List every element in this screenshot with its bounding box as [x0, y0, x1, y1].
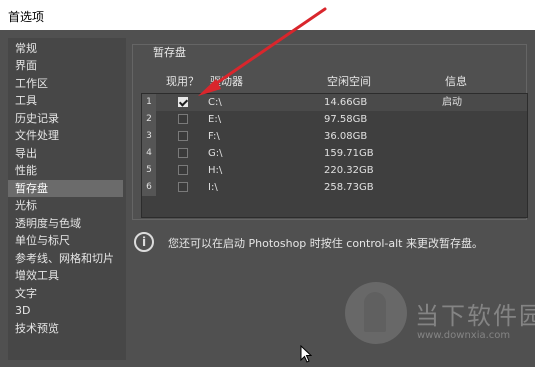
sidebar-item-tools[interactable]: 工具: [8, 92, 123, 109]
sidebar-item-type[interactable]: 文字: [8, 285, 123, 302]
column-free-space[interactable]: 空闲空间: [327, 73, 371, 89]
row-number: 2: [142, 111, 156, 128]
info-icon: i: [134, 232, 154, 252]
free-space-cell: 258.73GB: [324, 182, 374, 193]
sidebar-item-file-handling[interactable]: 文件处理: [8, 127, 123, 144]
free-space-cell: 159.71GB: [324, 148, 374, 159]
sidebar-item-3d[interactable]: 3D: [8, 302, 123, 319]
table-row[interactable]: 6 I:\ 258.73GB: [142, 179, 527, 196]
active-checkbox[interactable]: [178, 182, 188, 192]
drive-cell: H:\: [208, 165, 223, 176]
free-space-cell: 36.08GB: [324, 131, 368, 142]
active-checkbox[interactable]: [178, 148, 188, 158]
watermark: 当下软件园 www.downxia.com: [345, 282, 535, 352]
sidebar-item-cursors[interactable]: 光标: [8, 197, 123, 214]
row-number: 3: [142, 128, 156, 145]
watermark-url: www.downxia.com: [417, 330, 511, 341]
table-row[interactable]: 4 G:\ 159.71GB: [142, 145, 527, 162]
preferences-sidebar: 常规 界面 工作区 工具 历史记录 文件处理 导出 性能 暂存盘 光标 透明度与…: [8, 38, 126, 360]
row-number: 5: [142, 162, 156, 179]
sidebar-item-general[interactable]: 常规: [8, 40, 123, 57]
info-message: 您还可以在启动 Photoshop 时按住 control-alt 来更改暂存盘…: [168, 237, 483, 250]
sidebar-item-performance[interactable]: 性能: [8, 162, 123, 179]
row-number: 6: [142, 179, 156, 196]
row-number: 4: [142, 145, 156, 162]
info-cell: 启动: [442, 97, 462, 108]
watermark-logo-icon: [345, 282, 407, 344]
active-checkbox[interactable]: [178, 97, 188, 107]
group-title: 暂存盘: [149, 47, 190, 59]
watermark-title: 当下软件园: [415, 302, 535, 330]
sidebar-item-interface[interactable]: 界面: [8, 57, 123, 74]
active-checkbox[interactable]: [178, 114, 188, 124]
drive-cell: I:\: [208, 182, 218, 193]
drive-cell: G:\: [208, 148, 223, 159]
sidebar-item-guides-grid[interactable]: 参考线、网格和切片: [8, 250, 123, 267]
sidebar-item-units-rulers[interactable]: 单位与标尺: [8, 232, 123, 249]
free-space-cell: 14.66GB: [324, 97, 368, 108]
sidebar-item-export[interactable]: 导出: [8, 145, 123, 162]
scratch-disk-table: 1 C:\ 14.66GB 启动 2 E:\ 97.58GB 3 F:\ 36.…: [141, 93, 528, 218]
table-row[interactable]: 2 E:\ 97.58GB: [142, 111, 527, 128]
drive-cell: E:\: [208, 114, 222, 125]
active-checkbox[interactable]: [178, 131, 188, 141]
sidebar-item-tech-preview[interactable]: 技术预览: [8, 320, 123, 337]
sidebar-item-scratch-disks[interactable]: 暂存盘: [8, 180, 123, 197]
sidebar-item-history[interactable]: 历史记录: [8, 110, 123, 127]
table-row[interactable]: 5 H:\ 220.32GB: [142, 162, 527, 179]
sidebar-item-transparency[interactable]: 透明度与色域: [8, 215, 123, 232]
table-row[interactable]: 3 F:\ 36.08GB: [142, 128, 527, 145]
free-space-cell: 97.58GB: [324, 114, 368, 125]
window-title: 首选项: [8, 10, 45, 24]
free-space-cell: 220.32GB: [324, 165, 374, 176]
row-number: 1: [142, 94, 156, 111]
column-info[interactable]: 信息: [445, 73, 467, 89]
sidebar-item-plugins[interactable]: 增效工具: [8, 267, 123, 284]
drive-cell: F:\: [208, 131, 220, 142]
mouse-cursor-icon: [300, 345, 312, 363]
red-arrow-annotation: [198, 7, 327, 96]
sidebar-item-workspace[interactable]: 工作区: [8, 75, 123, 92]
active-checkbox[interactable]: [178, 165, 188, 175]
